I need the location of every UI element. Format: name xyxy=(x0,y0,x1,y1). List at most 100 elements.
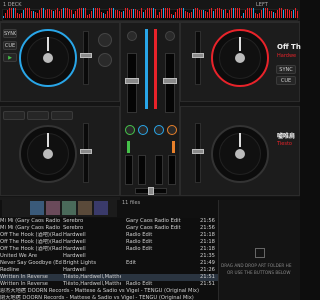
deck-3-btn-a[interactable] xyxy=(3,111,25,120)
mixer-fader-1-cap[interactable] xyxy=(125,78,139,84)
deck-1-play-button[interactable]: ▶ xyxy=(3,53,17,62)
waveform-bar xyxy=(71,9,72,18)
top-bar: 1 DECK LEFT xyxy=(0,0,300,22)
waveform-overview[interactable] xyxy=(2,8,298,21)
waveform-bar xyxy=(173,14,174,18)
mixer-filter-knob-1[interactable] xyxy=(125,125,135,135)
waveform-bar xyxy=(117,10,118,18)
waveform-bar xyxy=(41,8,42,18)
waveform-bar xyxy=(185,11,186,18)
deck-1-cue-button[interactable]: CUE xyxy=(3,41,17,50)
waveform-bar xyxy=(245,9,246,18)
waveform-bar xyxy=(125,8,126,18)
waveform-bar xyxy=(211,8,212,18)
mixer-fader-5[interactable] xyxy=(155,155,163,185)
deck-3-btn-c[interactable] xyxy=(51,111,73,120)
waveform-bar xyxy=(119,10,120,18)
mixer-fader-2-cap[interactable] xyxy=(163,78,177,84)
deck-4-platter[interactable] xyxy=(211,125,269,183)
waveform-bar xyxy=(33,11,34,18)
waveform-bar xyxy=(139,10,140,18)
waveform-bar xyxy=(7,9,8,18)
album-art-thumb-5[interactable] xyxy=(94,201,108,215)
deck-2-pitch-handle[interactable] xyxy=(192,53,204,58)
waveform-bar xyxy=(133,8,134,18)
waveform-bar xyxy=(157,14,158,18)
waveform-bar xyxy=(67,8,68,18)
waveform-bar xyxy=(247,8,248,18)
art-drop-panel[interactable]: DRAG AND DROP ART FOLDER HE OR USE THE B… xyxy=(218,200,300,300)
waveform-bar xyxy=(111,8,112,18)
deck-2-sync-button[interactable]: SYNC xyxy=(276,65,296,74)
waveform-bar xyxy=(263,8,264,18)
waveform-bar xyxy=(9,8,10,18)
deck-3-btn-b[interactable] xyxy=(27,111,49,120)
mixer-fader-3[interactable] xyxy=(125,155,133,185)
mixer-gain-knob-1[interactable] xyxy=(127,31,137,41)
deck-3-pitch-handle[interactable] xyxy=(80,149,92,154)
waveform-bar xyxy=(61,9,62,18)
waveform-bar xyxy=(83,8,84,18)
deck-2-cue-button[interactable]: CUE xyxy=(276,76,296,85)
waveform-bar xyxy=(179,8,180,18)
waveform-bar xyxy=(87,15,88,18)
folder-icon xyxy=(255,248,265,258)
list-item[interactable]: 閉大地痞 DOORN Records - Mattese & Sadio vs … xyxy=(0,295,218,300)
deck-2-title: Off Th xyxy=(277,43,301,51)
waveform-bar xyxy=(275,12,276,18)
album-art-thumb-2[interactable] xyxy=(46,201,60,215)
mixer-filter-knob-4[interactable] xyxy=(167,125,177,135)
waveform-bar xyxy=(281,8,282,18)
waveform-bar xyxy=(51,9,52,18)
waveform-bar xyxy=(269,10,270,18)
deck-4-pitch-handle[interactable] xyxy=(192,149,204,154)
waveform-bar xyxy=(255,13,256,18)
deck-1-pitch-handle[interactable] xyxy=(80,53,92,58)
waveform-bar xyxy=(55,9,56,18)
deck-1-knob-2[interactable] xyxy=(98,53,112,67)
waveform-bar xyxy=(3,16,4,18)
waveform-bar xyxy=(107,10,108,18)
waveform-bar xyxy=(293,9,294,18)
waveform-bar xyxy=(75,10,76,18)
waveform-bar xyxy=(291,11,292,18)
waveform-bar xyxy=(189,13,190,18)
waveform-bar xyxy=(219,8,220,18)
waveform-bar xyxy=(217,8,218,18)
waveform-bar xyxy=(129,10,130,18)
album-art-thumb-4[interactable] xyxy=(78,201,92,215)
deck-2-platter[interactable] xyxy=(211,29,269,87)
waveform-bar xyxy=(209,8,210,18)
waveform-bar xyxy=(203,10,204,18)
mixer-fader-4[interactable] xyxy=(138,155,146,185)
deck-1-platter[interactable] xyxy=(19,29,77,87)
waveform-bar xyxy=(237,8,238,18)
mixer-filter-knob-3[interactable] xyxy=(154,125,164,135)
waveform-bar xyxy=(257,14,258,18)
deck-2-pitch-slider[interactable] xyxy=(195,31,201,85)
mixer-filter-knob-2[interactable] xyxy=(138,125,148,135)
deck-1-sync-button[interactable]: SYNC xyxy=(3,29,17,38)
crossfader-cap[interactable] xyxy=(148,187,154,195)
album-art-thumb-3[interactable] xyxy=(62,201,76,215)
deck-3-platter[interactable] xyxy=(19,125,77,183)
waveform-bar xyxy=(251,8,252,18)
album-art-strip xyxy=(2,199,117,217)
album-art-thumb-1[interactable] xyxy=(30,201,44,215)
waveform-bar xyxy=(79,8,80,18)
deck-1-knob[interactable] xyxy=(98,33,112,47)
waveform-bar xyxy=(161,9,162,18)
waveform-bar xyxy=(235,8,236,18)
waveform-bar xyxy=(123,10,124,18)
waveform-bar xyxy=(95,8,96,18)
waveform-bar xyxy=(285,9,286,18)
waveform-bar xyxy=(165,8,166,18)
mixer-gain-knob-2[interactable] xyxy=(165,31,175,41)
waveform-bar xyxy=(197,8,198,18)
file-list[interactable]: Mi Mi (Gary Caos Radio Edit)SerebroGary … xyxy=(0,218,218,300)
mixer-fader-6[interactable] xyxy=(168,155,176,185)
deck-1-pitch-slider[interactable] xyxy=(83,31,89,85)
waveform-bar xyxy=(59,11,60,18)
deck-2-subtitle: Hardwe xyxy=(277,53,297,59)
waveform-bar xyxy=(213,10,214,18)
